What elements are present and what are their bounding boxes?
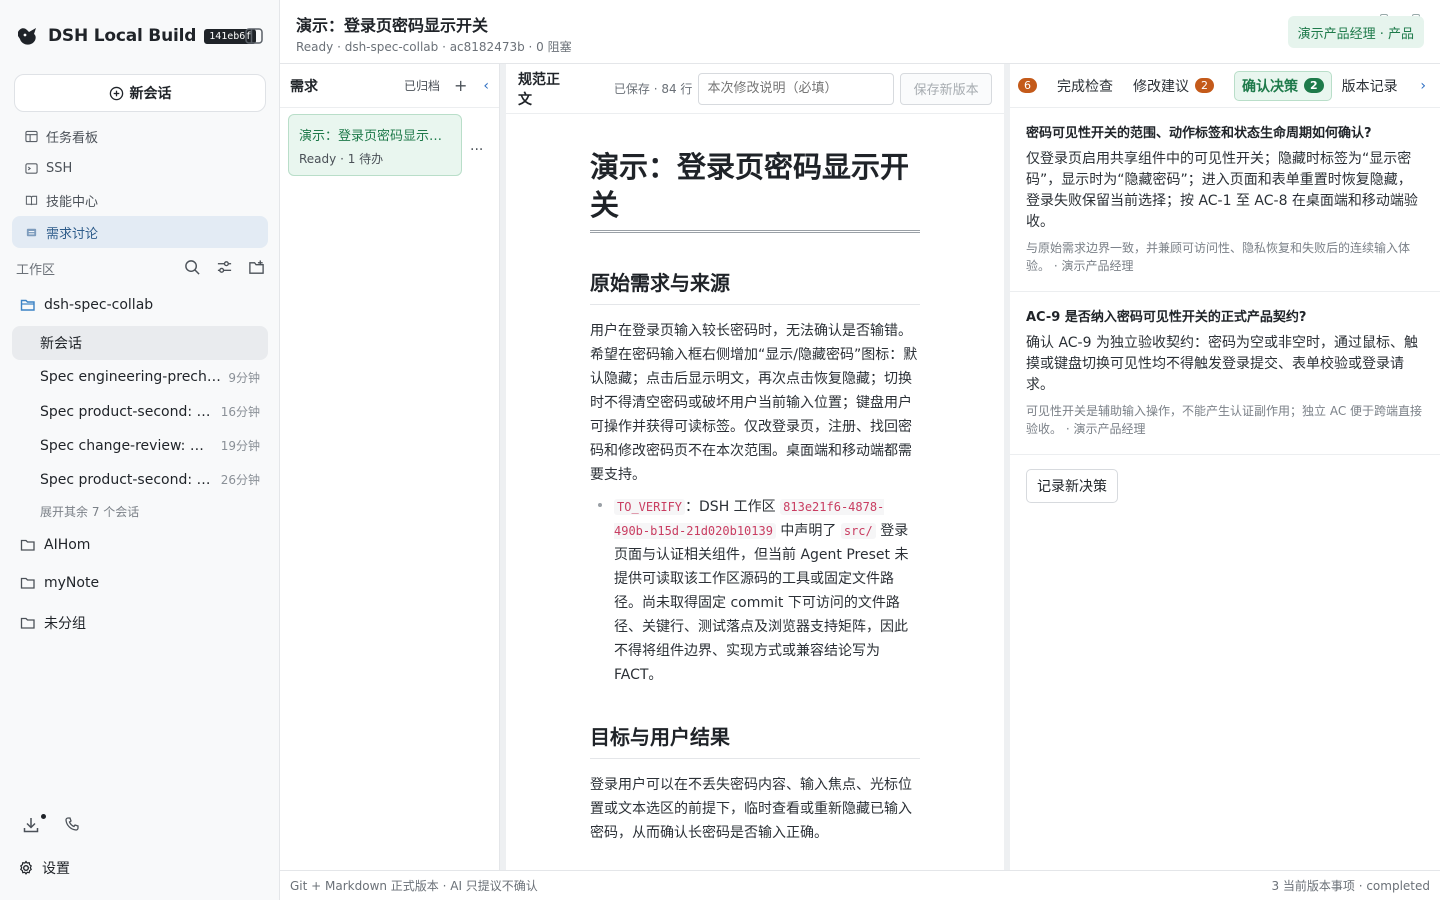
sidebar-item-skills[interactable]: 技能中心 — [12, 184, 268, 216]
book-icon — [24, 193, 38, 207]
tab-suggestions[interactable]: 修改建议 2 — [1133, 76, 1214, 96]
folder-icon — [20, 539, 35, 551]
doc-heading-source: 原始需求与来源 — [590, 267, 920, 305]
review-tabs: 6 完成检查 修改建议 2 确认决策 2 版本记录 › — [1010, 64, 1440, 108]
page-title: 演示：登录页密码显示开关 — [296, 16, 489, 35]
decision-answer: 确认 AC-9 为独立验收契约：密码为空或非空时，通过鼠标、触摸或键盘切换可见性… — [1026, 335, 1418, 393]
conversation-list: 新会话 Spec engineering-precheck 9分钟 Spec pr… — [12, 326, 268, 526]
sidebar-item-label: 任务看板 — [46, 130, 99, 146]
folder-aihom[interactable]: AIHom — [20, 537, 90, 553]
spec-document: 演示：登录页密码显示开关 原始需求与来源 用户在登录页输入较长密码时，无法确认是… — [590, 148, 920, 845]
filter-icon[interactable] — [216, 259, 234, 277]
sidebar: DSH Local Build 141eb6f 新会话 任务看板 SSH 技能中… — [0, 0, 280, 900]
status-bar: Git + Markdown 正式版本 · AI 只提议不确认 3 当前版本事项… — [280, 870, 1440, 900]
status-left: Git + Markdown 正式版本 · AI 只提议不确认 — [290, 879, 538, 893]
decision-answer: 仅登录页启用共享组件中的可见性开关；隐藏时标签为“显示密码”，显示时为“隐藏密码… — [1026, 151, 1418, 230]
decision-item: AC-9 是否纳入密码可见性开关的正式产品契约? 确认 AC-9 为独立验收契约… — [1010, 292, 1440, 455]
sidebar-item-requirements[interactable]: 需求讨论 — [12, 216, 268, 248]
app-title: DSH Local Build — [48, 26, 197, 46]
conversation-item[interactable]: 新会话 — [12, 326, 268, 360]
download-icon[interactable] — [22, 814, 46, 834]
requirement-card[interactable]: 演示：登录页密码显示开关 Ready · 1 待办 — [288, 114, 462, 176]
plus-circle-icon — [109, 86, 123, 100]
decision-question: 密码可见性开关的范围、动作标签和状态生命周期如何确认? — [1026, 126, 1372, 141]
workspace-header: 工作区 — [16, 256, 266, 280]
record-decision-button[interactable]: 记录新决策 — [1026, 469, 1118, 503]
requirements-label: 需求 — [290, 78, 318, 95]
doc-heading-goal: 目标与用户结果 — [590, 721, 920, 759]
requirement-title: 演示：登录页密码显示开关 — [299, 129, 451, 144]
new-chat-button[interactable]: 新会话 — [14, 74, 266, 112]
status-right: 3 当前版本事项 · completed — [1271, 879, 1430, 893]
add-requirement-button[interactable]: + — [454, 76, 467, 95]
folder-name: AIHom — [44, 537, 91, 553]
doc-icon — [24, 225, 38, 239]
folder-name: myNote — [44, 575, 100, 591]
doc-bullet: TO_VERIFY ：DSH 工作区 813e21f6-4878-490b-b15… — [598, 495, 920, 687]
conversation-item[interactable]: Spec product-second: 演示 26分钟 — [12, 462, 268, 496]
folder-open-icon — [20, 299, 35, 311]
conversation-item[interactable]: Spec product-second: 演示 16分钟 — [12, 394, 268, 428]
folder-icon — [20, 617, 35, 629]
logo-icon — [18, 28, 36, 45]
sidebar-item-label: SSH — [46, 160, 73, 176]
folder-project[interactable]: dsh-spec-collab — [20, 297, 153, 313]
settings-label: 设置 — [42, 861, 70, 877]
brand: DSH Local Build 141eb6f — [16, 22, 257, 50]
tab-decisions[interactable]: 确认决策 2 — [1234, 70, 1332, 101]
decision-reason: 可见性开关是辅助输入操作，不能产生认证副作用；独立 AC 便于跨端直接验收。 ·… — [1026, 404, 1423, 436]
folder-name: 未分组 — [44, 616, 86, 632]
archived-button[interactable]: 已归档 — [404, 77, 440, 94]
folder-icon — [20, 577, 35, 589]
folder-mynote[interactable]: myNote — [20, 575, 99, 591]
sidebar-item-ssh[interactable]: SSH — [12, 152, 268, 184]
doc-title: 演示：登录页密码显示开关 — [590, 148, 920, 233]
sidebar-nav: 任务看板 SSH 技能中心 需求讨论 — [12, 120, 268, 248]
page-header: 演示：登录页密码显示开关 Ready · dsh-spec-collab · a… — [280, 0, 1440, 64]
project-name: dsh-spec-collab — [44, 297, 154, 313]
requirements-panel: 需求 已归档 + ‹ 演示：登录页密码显示开关 Ready · 1 待办 ··· — [280, 64, 500, 870]
search-icon[interactable] — [184, 259, 202, 277]
doc-paragraph: 用户在登录页输入较长密码时，无法确认是否输错。希望在密码输入框右侧增加“显示/隐… — [590, 323, 918, 483]
page-subtitle: Ready · dsh-spec-collab · ac8182473b · 0… — [296, 40, 572, 54]
decision-question: AC-9 是否纳入密码可见性开关的正式产品契约? — [1026, 310, 1307, 325]
save-version-button[interactable]: 保存新版本 — [900, 72, 992, 105]
workspace-label: 工作区 — [16, 262, 56, 278]
tab-completion-check[interactable]: 完成检查 — [1057, 76, 1113, 96]
tab-issues[interactable]: 6 — [1018, 78, 1037, 93]
spec-panel: 规范正文 已保存 · 84 行 保存新版本 演示：登录页密码显示开关 原始需求与… — [506, 64, 1004, 870]
saved-status: 已保存 · 84 行 — [613, 82, 693, 96]
review-panel: 6 完成检查 修改建议 2 确认决策 2 版本记录 › 密码可见性开关的范围、动作标… — [1010, 64, 1440, 870]
kanban-icon — [24, 129, 38, 143]
gear-icon — [20, 860, 32, 875]
change-note-input[interactable] — [698, 72, 895, 105]
collapse-chevron-icon[interactable]: ‹ — [483, 78, 489, 94]
terminal-icon — [24, 161, 38, 175]
add-folder-icon[interactable] — [248, 259, 266, 277]
settings-button[interactable]: 设置 — [18, 858, 70, 878]
phone-icon[interactable] — [64, 816, 82, 834]
doc-paragraph: 登录用户可以在不丢失密码内容、输入焦点、光标位置或文本选区的前提下，临时查看或重… — [590, 777, 912, 841]
sidebar-item-tasks[interactable]: 任务看板 — [12, 120, 268, 152]
requirement-status: Ready · 1 待办 — [299, 152, 384, 166]
role-badge[interactable]: 演示产品经理 · 产品 — [1287, 16, 1424, 48]
spec-label: 规范正文 — [518, 71, 560, 108]
conversation-item[interactable]: Spec change-review: 演示 19分钟 — [12, 428, 268, 462]
conversation-item[interactable]: Spec engineering-precheck 9分钟 — [12, 360, 268, 394]
decision-reason: 与原始需求边界一致，并兼顾可访问性、隐私恢复和失败后的连续输入体验。 · 演示产… — [1026, 241, 1411, 273]
sidebar-item-label: 需求讨论 — [46, 226, 99, 242]
sidebar-toggle-icon[interactable] — [244, 26, 264, 46]
expand-conversations-link[interactable]: 展开其余 7 个会话 — [12, 496, 268, 526]
tab-versions[interactable]: 版本记录 — [1342, 76, 1398, 96]
folder-ungrouped[interactable]: 未分组 — [20, 613, 86, 633]
more-options-icon[interactable]: ··· — [470, 142, 483, 158]
tabs-next-chevron-icon[interactable]: › — [1420, 78, 1426, 94]
sidebar-item-label: 技能中心 — [46, 194, 99, 210]
decision-item: 密码可见性开关的范围、动作标签和状态生命周期如何确认? 仅登录页启用共享组件中的… — [1010, 108, 1440, 292]
new-chat-label: 新会话 — [129, 85, 172, 101]
